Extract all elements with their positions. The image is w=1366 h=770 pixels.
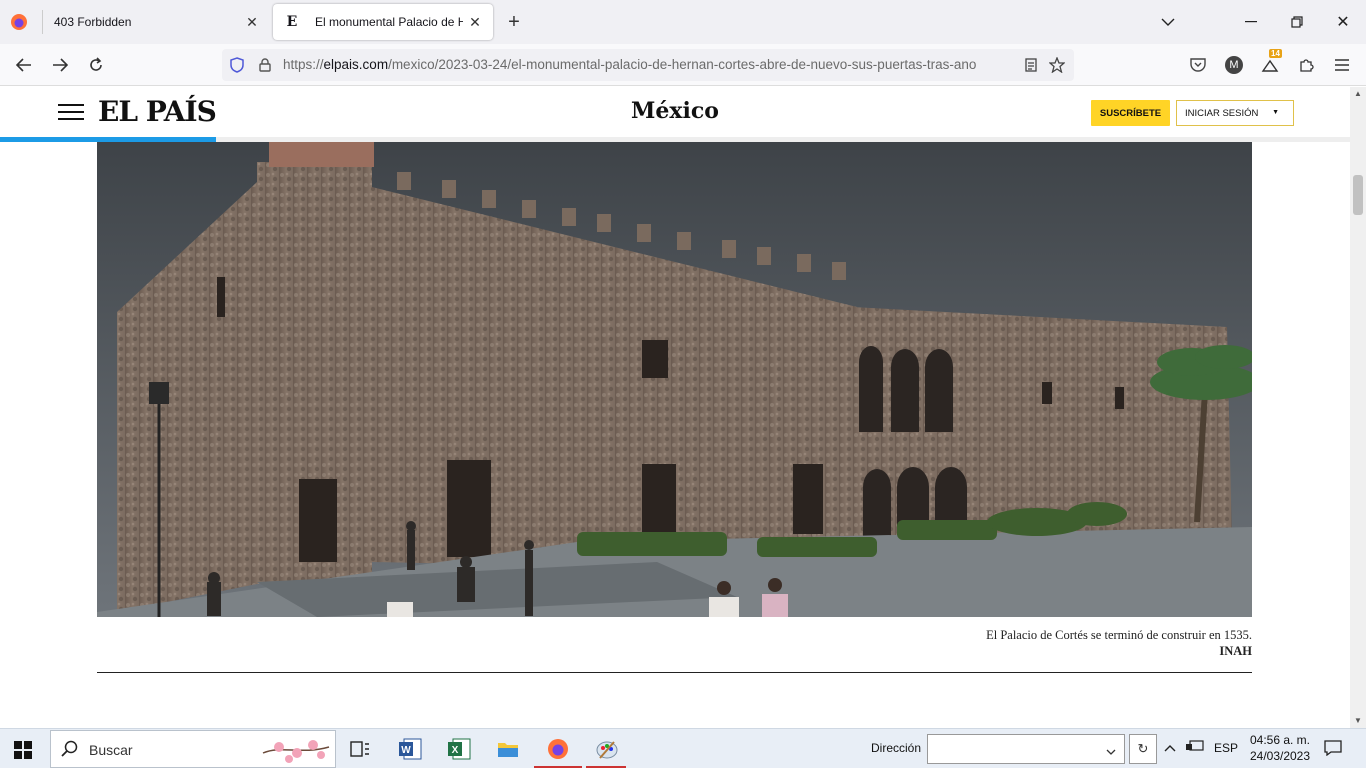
show-hidden-icons-chevron-icon[interactable] [1164, 741, 1176, 755]
scrollbar-thumb[interactable] [1353, 175, 1363, 215]
el-pais-favicon-icon: E [286, 14, 298, 30]
reload-icon[interactable] [82, 51, 110, 79]
photo-caption: El Palacio de Cortés se terminó de const… [986, 627, 1252, 659]
forward-arrow-icon[interactable] [46, 51, 74, 79]
minimize-icon[interactable] [1237, 8, 1265, 36]
windows-start-icon[interactable] [14, 741, 32, 759]
paint-icon[interactable] [593, 735, 621, 763]
search-label: Buscar [89, 742, 133, 758]
site-header: EL PAÍS México SUSCRÍBETE INICIAR SESIÓN… [0, 87, 1350, 137]
url-host: elpais.com [323, 57, 389, 72]
address-go-refresh-icon[interactable]: ↻ [1129, 734, 1157, 764]
taskbar-search-box[interactable]: Buscar [50, 730, 336, 768]
url-bar[interactable]: https://elpais.com/mexico/2023-03-24/el-… [222, 49, 1074, 81]
close-tab-icon[interactable]: ✕ [463, 10, 487, 34]
close-window-icon[interactable]: ✕ [1329, 8, 1357, 36]
tab-separator [42, 10, 43, 34]
tab-bar: 403 Forbidden ✕ E El monumental Palacio … [0, 0, 1366, 44]
account-initial: M [1225, 56, 1243, 74]
tab-403-forbidden-label[interactable]: 403 Forbidden ✕ [46, 4, 270, 40]
bookmark-star-icon[interactable] [1048, 56, 1066, 74]
svg-text:X: X [452, 745, 459, 756]
back-arrow-icon[interactable] [10, 51, 38, 79]
tab-title: El monumental Palacio de Hern [315, 15, 463, 29]
tab-403-forbidden[interactable] [0, 4, 42, 40]
reader-view-icon[interactable] [1022, 56, 1040, 74]
svg-text:W: W [401, 745, 411, 756]
account-avatar[interactable]: M [1220, 51, 1248, 79]
tab-el-pais-article[interactable]: E El monumental Palacio de Hern ✕ [273, 4, 493, 40]
app-menu-icon[interactable] [1328, 51, 1356, 79]
caption-text: El Palacio de Cortés se terminó de const… [986, 628, 1252, 642]
input-language[interactable]: ESP [1214, 741, 1238, 755]
page-scrollbar[interactable]: ▲ ▼ [1350, 87, 1366, 728]
windows-taskbar: Buscar W X Dirección ↻ ESP 04:56 a. m. 2… [0, 728, 1366, 768]
caption-divider [97, 672, 1252, 673]
article-photo-palacio-de-cortes [97, 142, 1252, 617]
network-battery-icon[interactable] [1186, 740, 1204, 755]
tab-title: 403 Forbidden [54, 15, 132, 29]
notifications-icon[interactable] [1324, 740, 1342, 759]
scroll-up-arrow-icon[interactable]: ▲ [1353, 89, 1363, 99]
url-text[interactable]: https://elpais.com/mexico/2023-03-24/el-… [283, 57, 1013, 72]
task-view-icon[interactable] [346, 735, 374, 763]
address-toolbar-input[interactable] [927, 734, 1125, 764]
extensions-puzzle-icon[interactable] [1292, 51, 1320, 79]
cherry-blossom-search-highlight-icon [261, 735, 331, 770]
search-icon [61, 740, 79, 763]
web-page: EL PAÍS México SUSCRÍBETE INICIAR SESIÓN… [0, 87, 1350, 728]
subscribe-button[interactable]: SUSCRÍBETE [1091, 100, 1170, 126]
address-toolbar-label: Dirección [871, 741, 922, 755]
firefox-icon [10, 13, 28, 31]
url-path: /mexico/2023-03-24/el-monumental-palacio… [388, 57, 977, 72]
photo-credit: INAH [1219, 644, 1252, 658]
url-prefix: https:// [283, 57, 324, 72]
dropdown-caret-icon: ▼ [1272, 109, 1279, 116]
firefox-taskbar-icon[interactable] [544, 735, 572, 763]
list-all-tabs-chevron-icon[interactable] [1154, 8, 1182, 36]
extension-badge: 14 [1269, 49, 1282, 58]
navigation-bar: https://elpais.com/mexico/2023-03-24/el-… [0, 44, 1366, 86]
new-tab-plus-icon[interactable]: + [502, 10, 526, 34]
tracking-protection-shield-icon[interactable] [228, 56, 246, 74]
chevron-down-icon[interactable] [1106, 743, 1116, 761]
close-tab-icon[interactable]: ✕ [240, 10, 264, 34]
pocket-icon[interactable] [1184, 51, 1212, 79]
login-button[interactable]: INICIAR SESIÓN ▼ [1176, 100, 1294, 126]
extension-icon[interactable]: 14 [1256, 49, 1284, 79]
file-explorer-icon[interactable] [494, 735, 522, 763]
login-label: INICIAR SESIÓN [1185, 107, 1259, 119]
lock-icon[interactable] [256, 56, 274, 74]
word-icon[interactable]: W [396, 735, 424, 763]
excel-icon[interactable]: X [445, 735, 473, 763]
system-clock[interactable]: 04:56 a. m. 24/03/2023 [1240, 732, 1320, 764]
clock-time: 04:56 a. m. [1249, 733, 1311, 747]
restore-icon[interactable] [1283, 8, 1311, 36]
clock-date: 24/03/2023 [1249, 749, 1311, 763]
scroll-down-arrow-icon[interactable]: ▼ [1353, 716, 1363, 726]
